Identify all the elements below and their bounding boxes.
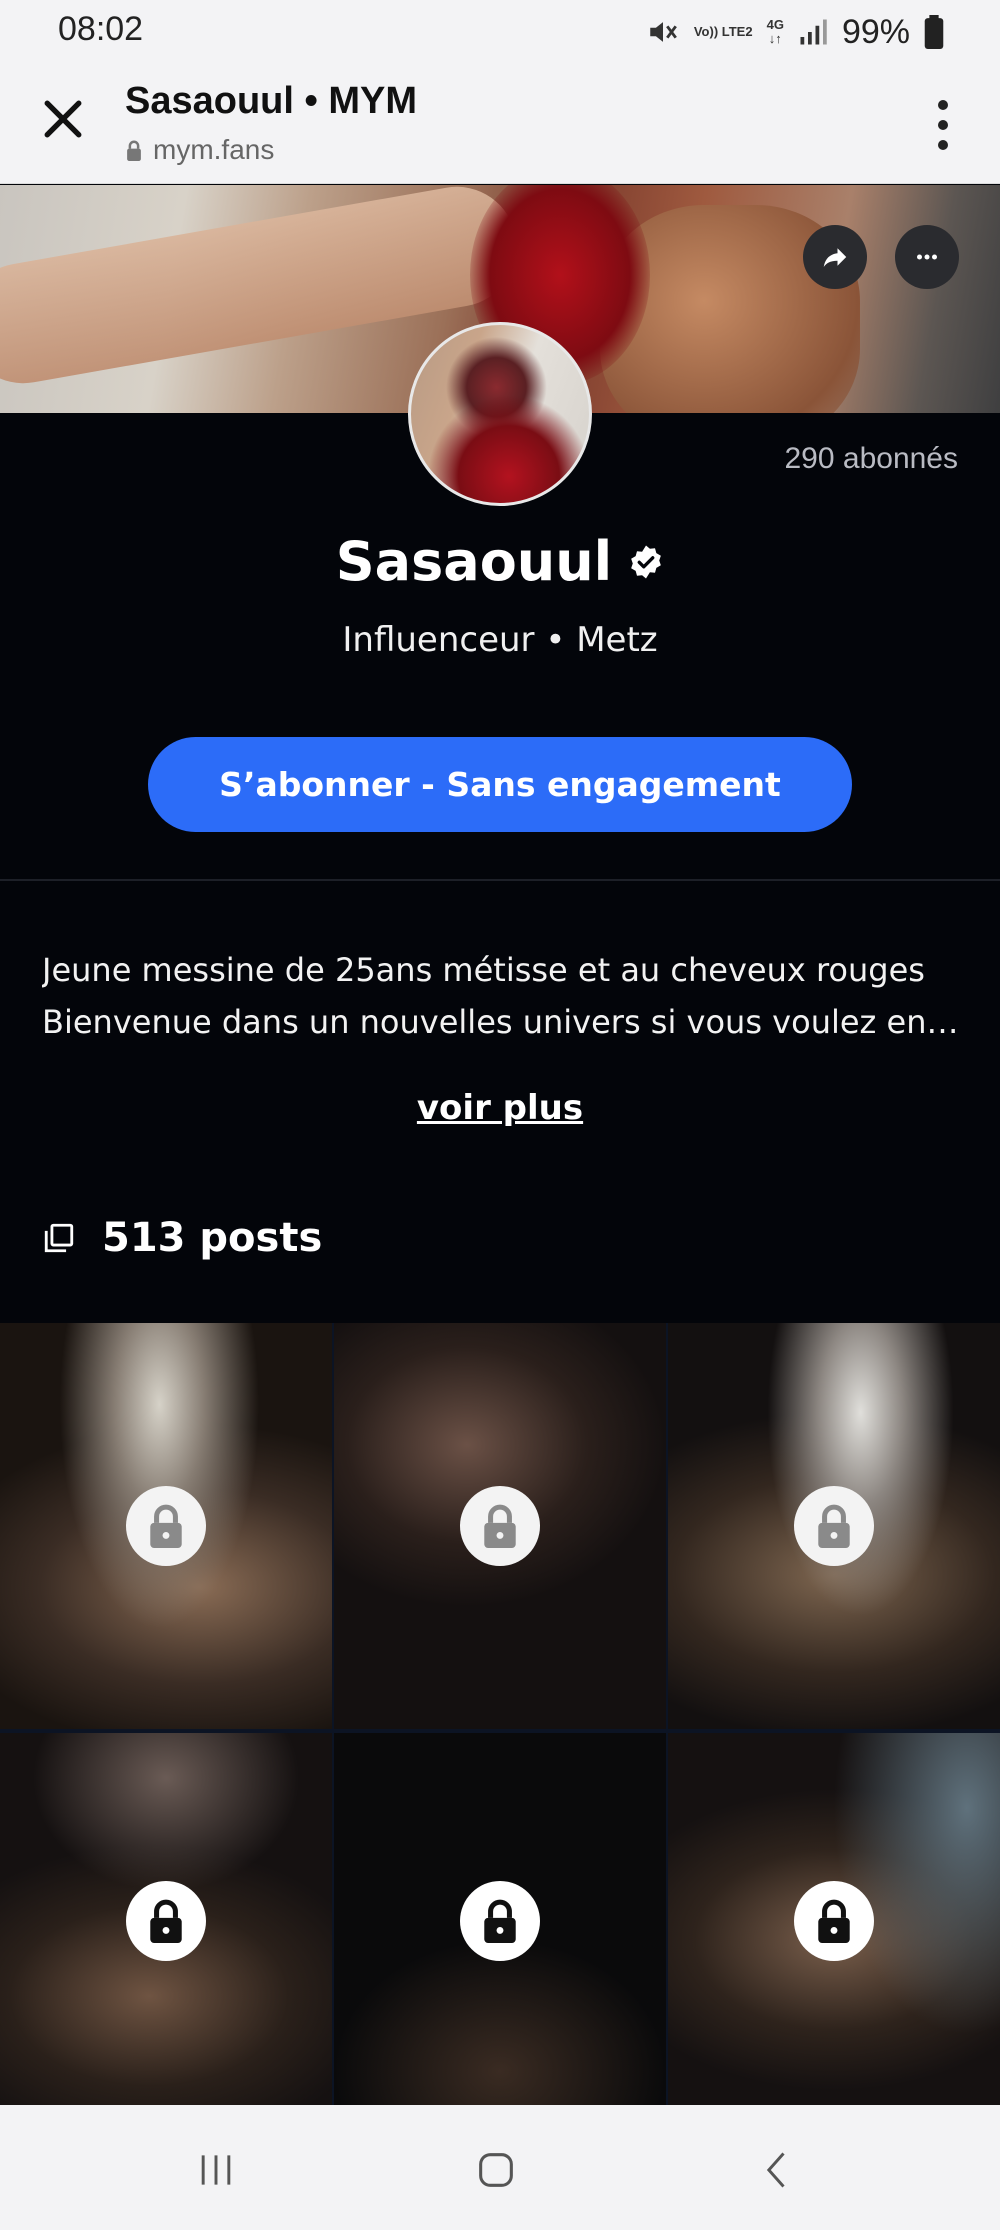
network-4g-label: 4G [766,17,784,32]
profile-name-row: Sasaouul [0,530,1000,593]
lock-badge [126,1881,206,1961]
more-options-button[interactable] [895,225,959,289]
locked-post-tile[interactable] [0,1323,332,1729]
divider [0,879,1000,881]
locked-post-tile[interactable] [334,1733,666,2109]
back-button[interactable] [748,2145,808,2195]
posts-grid [0,1323,1000,2109]
bio: Jeune messine de 25ans métisse et au che… [42,944,962,1048]
share-icon [823,248,847,267]
url-row[interactable]: mym.fans [125,134,274,166]
kebab-menu-button[interactable] [928,100,958,150]
profile-subtitle: Influenceur • Metz [342,620,658,660]
home-button[interactable] [466,2145,526,2195]
posts-header: 513 posts [42,1215,322,1261]
lock-badge [126,1486,206,1566]
posts-count: 513 posts [102,1215,323,1261]
lock-badge [794,1881,874,1961]
mute-icon [650,22,677,42]
subscribe-button[interactable]: S’abonner - Sans engagement [148,737,852,832]
home-icon [479,2153,513,2187]
bio-line: Jeune messine de 25ans métisse et au che… [42,951,925,989]
lock-icon [484,1504,516,1548]
bio-line: Bienvenue dans un nouvelles univers si v… [42,1003,962,1041]
locked-post-tile[interactable] [0,1733,332,2109]
profile-name: Sasaouul [335,530,613,593]
battery-percent: 99% [841,12,910,51]
battery-icon [924,15,944,49]
status-icons: Vo)) LTE2 4G ↓↑ 99% [646,8,944,56]
locked-post-tile[interactable] [334,1323,666,1729]
lock-icon [818,1504,850,1548]
status-bar: 08:02 Vo)) LTE2 4G ↓↑ 99% [0,0,1000,64]
kebab-menu-icon-dot [938,120,948,130]
avatar[interactable] [408,322,592,506]
share-button[interactable] [803,225,867,289]
voir-plus-link[interactable]: voir plus [0,1088,1000,1128]
kebab-menu-icon [938,100,948,110]
lock-icon [150,1504,182,1548]
data-arrows-icon: ↓↑ [768,31,782,46]
close-icon [44,100,82,138]
browser-header: Sasaouul • MYM mym.fans [0,64,1000,184]
back-icon [766,2152,785,2188]
volte-indicator: Vo)) LTE2 [693,24,753,39]
signal-icon [800,19,827,45]
more-icon [917,254,937,260]
recent-apps-button[interactable] [186,2145,246,2195]
kebab-menu-icon-dot [938,140,948,150]
posts-stack-icon [44,1223,74,1253]
locked-post-tile[interactable] [668,1733,1000,2109]
verified-badge-icon [631,545,662,578]
subscriber-count: 290 abonnés [784,442,959,475]
lock-badge [460,1881,540,1961]
lock-icon [818,1899,850,1943]
lock-icon [484,1899,516,1943]
lock-badge [794,1486,874,1566]
page-title: Sasaouul • MYM [125,80,418,122]
lock-icon [127,140,141,161]
lock-icon [150,1899,182,1943]
locked-post-tile[interactable] [668,1323,1000,1729]
network-4g-indicator: 4G ↓↑ [767,18,784,46]
lock-badge [460,1486,540,1566]
close-button[interactable] [36,92,90,146]
url-text: mym.fans [153,134,275,165]
status-time: 08:02 [58,10,144,48]
system-nav-bar [0,2105,1000,2230]
recent-apps-icon [201,2155,231,2185]
